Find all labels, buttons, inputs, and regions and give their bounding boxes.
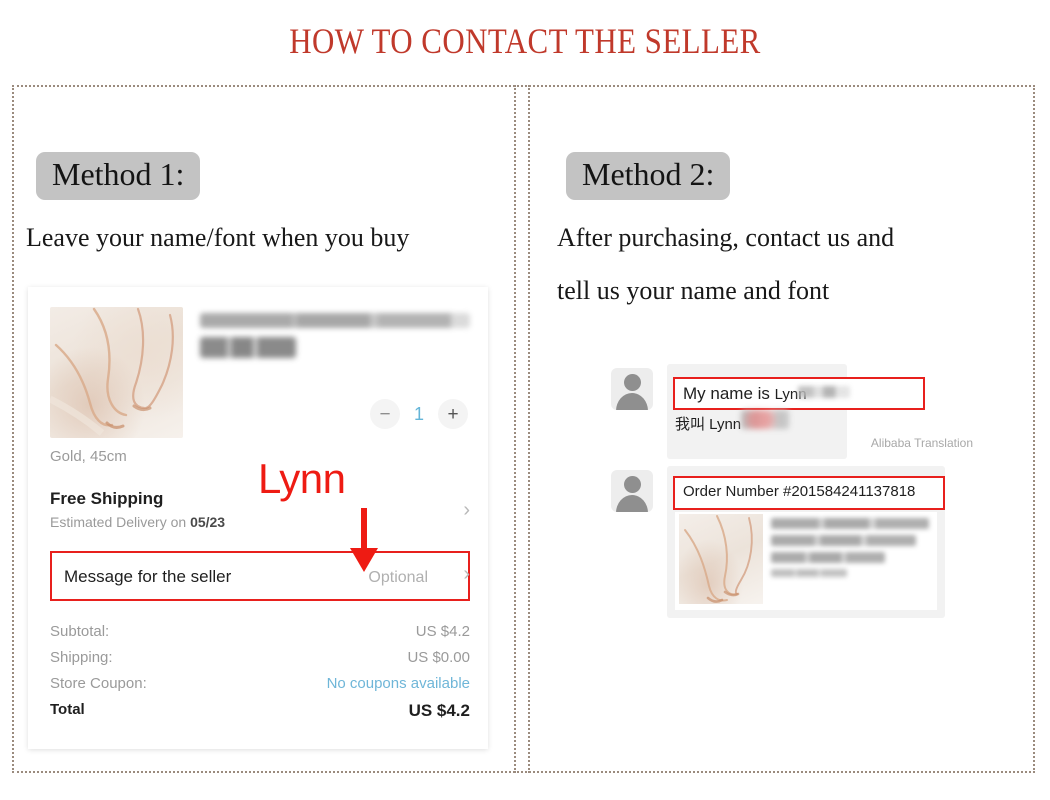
chat-product-line-3 (771, 552, 885, 563)
chat-product-line-2 (771, 535, 917, 546)
translation-provider-label: Alibaba Translation (870, 436, 973, 450)
method-1-screenshot: Personalized Name Necklace, Cu... US $4.… (28, 287, 488, 749)
chat-product-blurred-text (771, 518, 929, 583)
avatar (611, 470, 653, 512)
subtotal-value: US $4.2 (415, 623, 470, 640)
product-price-text: US $4.2 (28, 287, 29, 288)
order-totals: Subtotal: US $4.2 Shipping: US $0.00 Sto… (50, 623, 470, 730)
chat-message-1-text: My name is Lynn (683, 384, 807, 404)
chat-product-text-2: nt Name Necklace & Pen... (675, 512, 676, 513)
quantity-value: 1 (413, 403, 424, 424)
panel-divider-right (528, 85, 530, 773)
shipping-cost-value: US $0.00 (407, 649, 470, 666)
avatar-body-icon (616, 495, 648, 512)
chat-message-2-text: Order Number #201584241137818 (683, 483, 916, 500)
message-for-seller-label: Message for the seller (64, 567, 232, 586)
store-coupon-value[interactable]: No coupons available (327, 675, 470, 692)
quantity-decrease-button[interactable]: − (370, 399, 400, 429)
product-variant: Gold, 45cm (50, 448, 127, 465)
shipping-estimate-prefix: Estimated Delivery on (50, 514, 191, 530)
totals-row-shipping: Shipping: US $0.00 (50, 649, 470, 666)
chat-product-text-4: for New (675, 512, 676, 513)
method-1-instruction: Leave your name/font when you buy (26, 223, 410, 252)
chevron-right-icon-shipping[interactable]: › (463, 499, 470, 522)
shipping-cost-label: Shipping: (50, 649, 113, 666)
total-label: Total (50, 701, 85, 718)
store-coupon-label: Store Coupon: (50, 675, 147, 692)
chat-message-1-blurred-tail (798, 386, 850, 398)
shipping-estimate-date: 05/23 (190, 514, 226, 530)
quantity-stepper[interactable]: − 1 + (370, 399, 468, 429)
product-title-text: Personalized Name Necklace, Cu... (28, 287, 29, 288)
product-thumbnail (50, 307, 183, 438)
slide-root: HOW TO CONTACT THE SELLER Method 1: Leav… (0, 0, 1050, 800)
avatar-head-icon (624, 476, 641, 493)
chat-product-card[interactable]: Personalized Old English Fo nt Name Neck… (675, 512, 937, 610)
panel-divider-left (514, 85, 516, 773)
chat-product-text-1: Personalized Old English Fo (675, 512, 676, 513)
page-title: HOW TO CONTACT THE SELLER (289, 21, 761, 61)
product-price-blurred (200, 337, 296, 358)
chevron-right-icon-message[interactable]: › (463, 563, 470, 586)
shipping-block[interactable]: Free Shipping Estimated Delivery on 05/2… (50, 489, 225, 530)
chat-product-text-3: Payment processing (675, 512, 676, 513)
totals-row-total: Total US $4.2 (50, 701, 470, 721)
chat-message-1-translation-blurred-tail (741, 410, 789, 429)
subtotal-label: Subtotal: (50, 623, 110, 640)
method-1-badge: Method 1: (36, 152, 201, 200)
total-value: US $4.2 (408, 701, 470, 720)
chat-product-line-1 (771, 518, 929, 529)
method-2-instruction-line-1: After purchasing, contact us and (557, 223, 895, 252)
chat-message-1-translation: 我叫 Lynn (675, 416, 742, 433)
down-arrow-icon (347, 508, 381, 579)
quantity-increase-button[interactable]: + (438, 399, 468, 429)
chat-message-1-main: My name is (683, 384, 775, 403)
shipping-title: Free Shipping (50, 489, 164, 508)
method-2-chat-screenshot: My name is Lynn 我叫 Lynn Alibaba Translat… (605, 358, 985, 628)
avatar (611, 368, 653, 410)
message-for-seller-row[interactable]: Message for the seller Optional (50, 551, 470, 601)
avatar-body-icon (616, 393, 648, 410)
chat-product-line-4 (771, 569, 847, 577)
lynn-annotation-text: Lynn (258, 455, 346, 502)
totals-row-subtotal: Subtotal: US $4.2 (50, 623, 470, 640)
chat-product-thumbnail (679, 514, 763, 604)
shipping-estimate: Estimated Delivery on 05/23 (50, 514, 225, 530)
method-2-badge: Method 2: (566, 152, 731, 200)
totals-row-coupon[interactable]: Store Coupon: No coupons available (50, 675, 470, 692)
product-title-blurred (200, 313, 470, 328)
method-2-instruction-line-2: tell us your name and font (557, 276, 830, 305)
avatar-head-icon (624, 374, 641, 391)
